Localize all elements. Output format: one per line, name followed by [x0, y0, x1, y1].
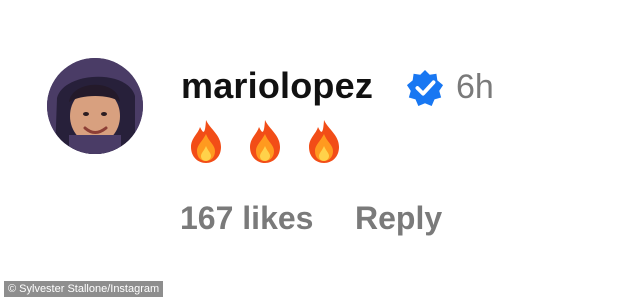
- comment-text: [188, 118, 342, 164]
- fire-emoji-icon: [188, 118, 224, 164]
- fire-emoji-icon: [247, 118, 283, 164]
- likes-count[interactable]: 167 likes: [180, 198, 313, 238]
- fire-emoji-icon: [306, 118, 342, 164]
- reply-button[interactable]: Reply: [355, 198, 442, 238]
- comment: mariolopez 6h 167 likes Reply: [0, 0, 634, 297]
- avatar[interactable]: [47, 58, 143, 154]
- timestamp: 6h: [456, 68, 494, 106]
- verified-badge-icon: [406, 69, 444, 107]
- username[interactable]: mariolopez: [181, 64, 373, 108]
- avatar-photo: [47, 58, 143, 154]
- photo-credit: © Sylvester Stallone/Instagram: [4, 281, 164, 297]
